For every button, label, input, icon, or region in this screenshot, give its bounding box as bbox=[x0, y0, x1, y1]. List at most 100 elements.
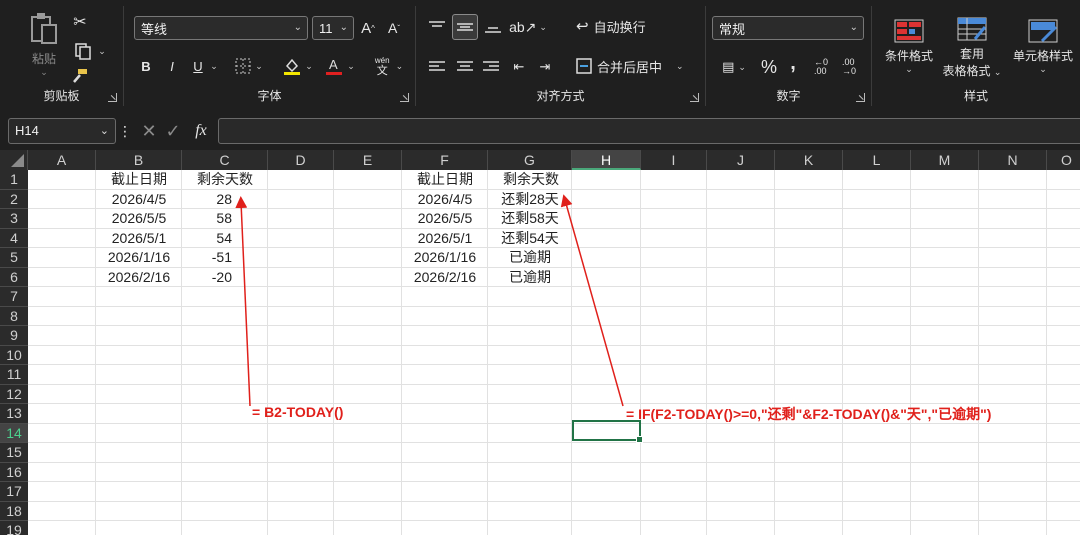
format-as-table-button[interactable]: 套用 表格格式 ⌄ bbox=[940, 12, 1004, 84]
chevron-down-icon: ⌄ bbox=[905, 64, 913, 74]
decrease-font-button[interactable]: Aˇ bbox=[384, 18, 404, 38]
chevron-down-icon: ⌄ bbox=[339, 22, 348, 33]
arrow-to-c2 bbox=[235, 196, 251, 407]
merge-icon bbox=[576, 58, 592, 74]
insert-function-button[interactable]: fx bbox=[190, 122, 212, 140]
percent-button[interactable]: % bbox=[758, 56, 780, 78]
align-center-icon bbox=[457, 61, 473, 71]
cancel-icon[interactable]: ✕ bbox=[140, 121, 158, 141]
align-bottom-button[interactable] bbox=[482, 16, 504, 38]
cell-styles-button[interactable]: 单元格样式 ⌄ bbox=[1006, 12, 1080, 82]
paste-button[interactable]: 粘贴 ⌄ bbox=[22, 10, 66, 80]
merge-center-button[interactable]: 合并后居中 ⌄ bbox=[576, 54, 696, 78]
align-center-button[interactable] bbox=[454, 56, 476, 78]
active-cell-h14[interactable] bbox=[572, 420, 643, 443]
phonetic-button[interactable]: wén 文 ⌄ bbox=[368, 52, 410, 80]
clipboard-group-label: 剪贴板 bbox=[43, 89, 80, 103]
underline-chevron-icon[interactable]: ⌄ bbox=[208, 58, 220, 74]
merge-center-label: 合并后居中 bbox=[597, 59, 663, 75]
accounting-format-button[interactable]: ▤ ⌄ bbox=[714, 56, 754, 78]
align-bottom-icon bbox=[485, 27, 501, 33]
font-size-select[interactable]: 11 ⌄ bbox=[312, 16, 354, 40]
currency-icon: ▤ bbox=[722, 59, 735, 74]
wrap-text-label: 自动换行 bbox=[593, 19, 646, 35]
align-right-button[interactable] bbox=[480, 56, 502, 78]
formula-bar: H14 ⌄ ⋮ ✕ ✓ fx bbox=[0, 112, 1080, 150]
chevron-down-icon: ⌄ bbox=[347, 60, 355, 71]
orientation-icon: ab↗ bbox=[509, 18, 537, 35]
format-painter-button[interactable] bbox=[70, 66, 90, 86]
increase-font-button[interactable]: A ^ bbox=[358, 18, 378, 38]
chevron-down-icon: ⌄ bbox=[676, 60, 684, 71]
name-box-value: H14 bbox=[15, 123, 39, 138]
increase-decimal-button[interactable]: ←0.00 bbox=[810, 56, 832, 78]
arrow-to-g2 bbox=[560, 194, 624, 407]
conditional-formatting-button[interactable]: 条件格式 ⌄ bbox=[878, 12, 940, 82]
chevron-down-icon: ⌄ bbox=[738, 61, 746, 72]
phonetic-bottom-label: 文 bbox=[376, 65, 388, 77]
underline-button[interactable]: U bbox=[188, 56, 208, 76]
font-launcher-icon[interactable] bbox=[400, 93, 409, 102]
enter-icon[interactable]: ✓ bbox=[164, 121, 182, 141]
annotation-arrows bbox=[235, 194, 624, 407]
fill-color-button[interactable]: ⌄ bbox=[280, 54, 316, 78]
decrease-indent-button[interactable]: ⇤ bbox=[508, 56, 530, 78]
align-top-icon bbox=[429, 21, 445, 27]
increase-indent-button[interactable]: ⇥ bbox=[534, 56, 556, 78]
decrease-decimal-button[interactable]: .00 →0 bbox=[838, 56, 860, 78]
excel-window: 粘贴 ⌄ ✂ ⌄ 剪贴板 等线 ⌄ 11 ⌄ A ^ A ˇ B I U ⌄ ⌄… bbox=[0, 0, 1080, 535]
copy-button[interactable]: ⌄ bbox=[70, 40, 110, 62]
copy-chevron-icon: ⌄ bbox=[98, 45, 106, 56]
wrap-text-icon: ↩ bbox=[576, 18, 589, 35]
fill-bucket-icon bbox=[284, 58, 301, 75]
font-group-label: 字体 bbox=[257, 89, 282, 103]
align-right-icon bbox=[483, 61, 499, 71]
chevron-down-icon: ⌄ bbox=[1039, 64, 1047, 74]
font-group: 等线 ⌄ 11 ⌄ A ^ Aˇ B I U ⌄ ⌄ ⌄ A ⌄ wén 文 ⌄… bbox=[124, 6, 416, 106]
italic-button[interactable]: I bbox=[162, 56, 182, 76]
more-options-icon[interactable]: ⋮ bbox=[118, 122, 132, 140]
copy-icon bbox=[75, 43, 91, 60]
alignment-launcher-icon[interactable] bbox=[690, 93, 699, 102]
ribbon: 粘贴 ⌄ ✂ ⌄ 剪贴板 等线 ⌄ 11 ⌄ A ^ A ˇ B I U ⌄ ⌄… bbox=[0, 0, 1080, 112]
chevron-down-icon: ⌄ bbox=[99, 125, 109, 137]
font-color-button[interactable]: A ⌄ bbox=[322, 54, 358, 78]
clipboard-launcher-icon[interactable] bbox=[108, 93, 117, 102]
font-size-value: 11 bbox=[319, 20, 333, 36]
formula-input[interactable] bbox=[218, 118, 1080, 144]
alignment-group: ab↗ ⌄ ↩ 自动换行 ⇤ ⇥ 合并后居中 ⌄ 对齐方式 bbox=[416, 6, 706, 106]
format-table-label-1: 套用 bbox=[959, 47, 984, 61]
number-launcher-icon[interactable] bbox=[856, 93, 865, 102]
align-left-button[interactable] bbox=[426, 56, 448, 78]
table-style-icon bbox=[957, 17, 987, 41]
chevron-down-icon: ⌄ bbox=[255, 60, 263, 71]
wrap-text-button[interactable]: ↩ 自动换行 bbox=[576, 14, 676, 38]
styles-group: 条件格式 ⌄ 套用 表格格式 ⌄ 单元格样式 ⌄ 样式 bbox=[872, 6, 1080, 106]
number-format-select[interactable]: 常规 ⌄ bbox=[712, 16, 864, 40]
decrease-decimal-icon: .00 →0 bbox=[841, 57, 856, 76]
chevron-down-icon: ⌄ bbox=[293, 22, 302, 33]
border-icon bbox=[235, 58, 251, 74]
chevron-down-icon: ⌄ bbox=[395, 60, 404, 71]
format-painter-icon bbox=[73, 69, 87, 83]
chevron-down-icon: ⌄ bbox=[539, 21, 547, 32]
conditional-formatting-icon bbox=[894, 19, 924, 43]
paste-chevron-icon: ⌄ bbox=[40, 67, 48, 77]
cell-styles-icon bbox=[1028, 19, 1058, 43]
align-top-button[interactable] bbox=[426, 16, 448, 38]
bold-button[interactable]: B bbox=[136, 56, 156, 76]
annotation-formula-2: = IF(F2-TODAY()>=0,"还剩"&F2-TODAY()&"天","… bbox=[626, 406, 992, 422]
align-middle-button[interactable] bbox=[452, 14, 478, 40]
comma-button[interactable]: , bbox=[784, 52, 802, 74]
font-color-icon: A bbox=[326, 57, 343, 75]
borders-button[interactable]: ⌄ bbox=[232, 56, 266, 76]
cut-button[interactable]: ✂ bbox=[70, 12, 90, 32]
orientation-button[interactable]: ab↗ ⌄ bbox=[509, 16, 547, 38]
increase-indent-icon: ⇥ bbox=[539, 59, 551, 74]
font-family-select[interactable]: 等线 ⌄ bbox=[134, 16, 308, 40]
worksheet-grid[interactable]: ABCDEFGHIJKLMNO 1 2 3 4 5 6 7 8 9 10 11 12 13 14 15 16 1… bbox=[0, 150, 1080, 535]
name-box[interactable]: H14 ⌄ bbox=[8, 118, 116, 144]
clipboard-group: 粘贴 ⌄ ✂ ⌄ 剪贴板 bbox=[0, 6, 124, 106]
chevron-down-icon: ⌄ bbox=[305, 60, 313, 71]
decrease-indent-icon: ⇤ bbox=[513, 59, 525, 74]
